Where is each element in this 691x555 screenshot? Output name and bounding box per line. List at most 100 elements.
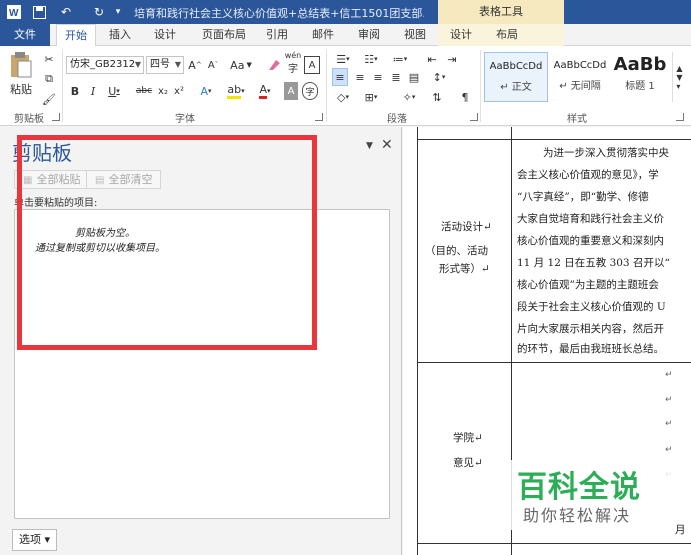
clear-all-icon: ▤ [95, 175, 105, 186]
align-right-icon[interactable]: ≡ [370, 68, 386, 86]
tab-insert[interactable]: 插入 [102, 24, 138, 46]
char-shading-icon[interactable]: A [284, 82, 298, 100]
font-group-label: 字体 [175, 114, 195, 125]
phonetic-guide-icon[interactable]: wén 字 [284, 51, 302, 75]
font-color-icon[interactable]: A ▾ [254, 82, 276, 100]
styles-group-label: 样式 [567, 114, 587, 125]
grow-font-icon[interactable]: A ^ [188, 56, 202, 74]
strikethrough-icon[interactable]: abc [134, 82, 154, 100]
empty-message-line1: 剪贴板为空。 [75, 228, 135, 239]
empty-message-line2: 通过复制或剪切以收集项目。 [35, 243, 165, 254]
sort-icon[interactable]: ⇅ [430, 88, 444, 106]
numbering-icon[interactable]: ☷ ▾ [360, 50, 382, 68]
superscript-icon[interactable]: x² [172, 82, 186, 100]
decrease-indent-icon[interactable]: ⇤ [424, 50, 440, 68]
ribbon-separator [480, 50, 481, 122]
increase-indent-icon[interactable]: ⇥ [444, 50, 460, 68]
tab-table-layout[interactable]: 布局 [488, 24, 526, 46]
content-line: 段关于社会主义核心价值观的 U [517, 301, 666, 313]
shrink-font-icon[interactable]: Aˇ [206, 56, 220, 74]
tab-table-design[interactable]: 设计 [442, 24, 480, 46]
copy-icon[interactable]: ⧉ [40, 70, 58, 88]
tab-review[interactable]: 审阅 [350, 24, 388, 46]
paste-all-icon: ▦ [23, 175, 33, 186]
options-button[interactable]: 选项 ▾ [12, 529, 58, 551]
bold-icon[interactable]: B [68, 82, 82, 100]
paste-icon[interactable] [6, 50, 36, 80]
content-line: 为进一步深入贯彻落实中央 [543, 147, 669, 159]
redo-icon[interactable]: ↻ [90, 3, 108, 21]
tab-design[interactable]: 设计 [146, 24, 184, 46]
watermark-title: 百科全说 [517, 470, 641, 505]
align-center-icon[interactable]: ≡ [352, 68, 368, 86]
styles-scroll-icon[interactable]: ▲ ▼ ▾ [672, 52, 686, 102]
style-name: 标题 1 [625, 81, 655, 92]
paragraph-mark-icon: ↵ [665, 445, 673, 455]
pane-menu-icon[interactable]: ▼ [366, 141, 373, 151]
align-left-icon[interactable]: ≡ [332, 68, 348, 86]
clipboard-pane: 剪贴板 ▼ ✕ ▦ 全部粘贴 ▤ 全部清空 单击要粘贴的项目: 剪贴板为空。 通过复… [0, 127, 402, 555]
paragraph-mark-icon: ↵ [665, 395, 673, 405]
char-border-icon[interactable]: A [304, 56, 320, 74]
format-painter-icon[interactable]: 🖌 [40, 90, 58, 108]
table-tools-context: 表格工具 [438, 0, 564, 24]
customize-icon[interactable]: ▾ [112, 3, 124, 21]
tab-references[interactable]: 引用 [258, 24, 296, 46]
pane-title: 剪贴板 [12, 141, 72, 165]
paste-button-label[interactable]: 粘贴 [6, 80, 36, 98]
chevron-down-icon: ▼ [134, 60, 141, 69]
enclose-char-icon[interactable]: 字 [302, 82, 318, 100]
content-line: 11 月 12 日在五教 303 召开以“ [517, 257, 670, 269]
watermark-subtitle: 助你轻松解决 [523, 506, 632, 525]
shading-icon[interactable]: ◇ ▾ [332, 88, 354, 106]
subscript-icon[interactable]: x₂ [156, 82, 170, 100]
style-sample: AaBb [613, 54, 667, 75]
font-name-value: 仿宋_GB2312 [70, 59, 136, 70]
style-name: ↵ 正文 [500, 82, 532, 93]
paragraph-launcher-icon[interactable] [470, 113, 478, 121]
clear-format-icon[interactable] [266, 56, 282, 74]
word-logo-icon: W [6, 3, 22, 21]
font-size-combo[interactable]: 四号 ▼ [146, 56, 184, 74]
chinese-layout-icon[interactable]: ✧ ▾ [396, 88, 422, 106]
line-spacing-icon[interactable]: ↕ ▾ [428, 68, 450, 86]
tab-page-layout[interactable]: 页面布局 [196, 24, 252, 46]
tab-home[interactable]: 开始 [56, 24, 96, 47]
borders-icon[interactable]: ⊞ ▾ [360, 88, 382, 106]
tab-mailings[interactable]: 邮件 [304, 24, 342, 46]
font-launcher-icon[interactable] [315, 113, 323, 121]
document-title: 培育和践行社会主义核心价值观+总结表+信工1501团支部.doc... [134, 7, 424, 20]
paragraph-group-label: 段落 [387, 114, 407, 125]
clear-all-button[interactable]: ▤ 全部清空 [86, 170, 162, 189]
content-line: 会主义核心价值观的意见》，学 [517, 169, 659, 181]
multilevel-list-icon[interactable]: ≔ ▾ [388, 50, 412, 68]
close-icon[interactable]: ✕ [381, 137, 393, 153]
content-line: “八字真经”，即“勤学、修德 [517, 191, 649, 203]
clipboard-items-list: 剪贴板为空。 通过复制或剪切以收集项目。 [14, 209, 390, 519]
font-name-combo[interactable]: 仿宋_GB2312 ▼ [66, 56, 144, 74]
underline-icon[interactable]: U ▾ [104, 82, 124, 100]
bullets-icon[interactable]: ☰ ▾ [332, 50, 354, 68]
highlight-color-icon[interactable]: ab ▾ [224, 82, 248, 100]
title-bar: W ↶ ↻ ▾ 培育和践行社会主义核心价值观+总结表+信工1501团支部.doc… [0, 0, 691, 24]
save-icon[interactable] [30, 3, 48, 21]
style-name: ↵ 无间隔 [559, 81, 601, 92]
style-heading-1[interactable]: AaBb 标题 1 [610, 52, 670, 102]
justify-icon[interactable]: ≣ [388, 68, 404, 86]
paste-all-button[interactable]: ▦ 全部粘贴 [14, 170, 90, 189]
styles-launcher-icon[interactable] [676, 113, 684, 121]
style-normal[interactable]: AaBbCcDd ↵ 正文 [484, 52, 548, 102]
tab-view[interactable]: 视图 [396, 24, 434, 46]
cut-icon[interactable]: ✂ [40, 50, 58, 68]
clipboard-launcher-icon[interactable] [52, 113, 60, 121]
show-marks-icon[interactable]: ¶ [458, 88, 472, 106]
distributed-icon[interactable]: ▤ [406, 68, 422, 86]
change-case-button[interactable]: Aa ▼ [228, 56, 254, 74]
undo-icon[interactable]: ↶ [56, 3, 76, 21]
italic-icon[interactable]: I [86, 82, 100, 100]
tab-file[interactable]: 文件 [0, 24, 50, 46]
style-no-spacing[interactable]: AaBbCcDd ↵ 无间隔 [548, 52, 612, 102]
text-effects-icon[interactable]: A ▾ [196, 82, 216, 100]
paragraph-mark-icon: ↵ [665, 419, 673, 429]
svg-text:W: W [9, 8, 19, 19]
